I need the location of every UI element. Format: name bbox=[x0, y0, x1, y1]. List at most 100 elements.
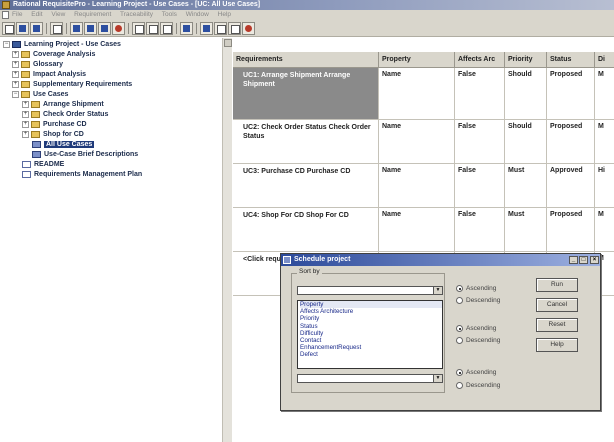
copy-icon[interactable] bbox=[84, 22, 97, 35]
expand-icon[interactable]: + bbox=[12, 50, 19, 58]
menu-traceability[interactable]: Traceability bbox=[120, 11, 153, 18]
status-cell[interactable]: Proposed bbox=[547, 120, 595, 164]
tree-item-purchase-cd[interactable]: + Purchase CD bbox=[22, 120, 87, 130]
priority-cell[interactable]: Must bbox=[505, 208, 547, 252]
sort-field-combo-3[interactable]: ▼ bbox=[297, 374, 443, 383]
difficulty-cell[interactable]: Hi bbox=[595, 164, 614, 208]
collapse-icon[interactable]: − bbox=[3, 40, 10, 48]
expand-icon[interactable]: + bbox=[12, 70, 19, 78]
find-icon[interactable] bbox=[98, 22, 111, 35]
descending-radio-2[interactable]: Descending bbox=[456, 337, 500, 345]
requirement-cell[interactable]: UC4: Shop For CD Shop For CD bbox=[233, 208, 379, 252]
view-icon[interactable] bbox=[200, 22, 213, 35]
affects-cell[interactable]: False bbox=[455, 68, 505, 120]
property-cell[interactable]: Name bbox=[379, 164, 455, 208]
tree-scrollbar[interactable] bbox=[222, 38, 232, 442]
column-header-affects-architecture[interactable]: Affects Arc bbox=[455, 52, 505, 68]
difficulty-cell[interactable]: M bbox=[595, 120, 614, 164]
scroll-up-icon[interactable] bbox=[224, 39, 232, 47]
tree-item-supplementary-requirements[interactable]: + Supplementary Requirements bbox=[12, 80, 132, 90]
new-icon[interactable] bbox=[2, 22, 15, 35]
column-header-priority[interactable]: Priority bbox=[505, 52, 547, 68]
menu-tools[interactable]: Tools bbox=[162, 11, 177, 18]
ascending-radio-3[interactable]: Ascending bbox=[456, 369, 496, 377]
affects-cell[interactable]: False bbox=[455, 208, 505, 252]
expand-icon[interactable]: + bbox=[22, 120, 29, 128]
menu-edit[interactable]: Edit bbox=[31, 11, 42, 18]
priority-cell[interactable]: Should bbox=[505, 68, 547, 120]
column-header-requirements[interactable]: Requirements bbox=[233, 52, 379, 68]
property-cell[interactable]: Name bbox=[379, 208, 455, 252]
sort-field-combo-1[interactable]: ▼ bbox=[297, 286, 443, 295]
chevron-down-icon[interactable]: ▼ bbox=[433, 375, 442, 382]
menu-requirement[interactable]: Requirement bbox=[74, 11, 111, 18]
property-cell[interactable]: Name bbox=[379, 120, 455, 164]
column-header-status[interactable]: Status bbox=[547, 52, 595, 68]
tree-item-coverage-analysis[interactable]: + Coverage Analysis bbox=[12, 50, 95, 60]
open-icon[interactable] bbox=[16, 22, 29, 35]
menu-help[interactable]: Help bbox=[218, 11, 231, 18]
tree-item-use-cases[interactable]: − Use Cases bbox=[12, 90, 68, 100]
print-icon[interactable] bbox=[50, 22, 63, 35]
stop-icon[interactable] bbox=[112, 22, 125, 35]
requirement-cell[interactable]: UC2: Check Order Status Check Order Stat… bbox=[233, 120, 379, 164]
dropdown-option[interactable]: Property bbox=[300, 301, 442, 309]
tree-item-arrange-shipment[interactable]: + Arrange Shipment bbox=[22, 100, 104, 110]
property-cell[interactable]: Name bbox=[379, 68, 455, 120]
tree-item-check-order-status[interactable]: + Check Order Status bbox=[22, 110, 108, 120]
matrix-icon[interactable] bbox=[180, 22, 193, 35]
table-row[interactable]: UC4: Shop For CD Shop For CD Name False … bbox=[233, 208, 614, 252]
collapse-icon[interactable]: − bbox=[12, 90, 19, 98]
document-icon[interactable] bbox=[214, 22, 227, 35]
dropdown-option[interactable]: EnhancementRequest bbox=[300, 344, 442, 351]
tree-item-all-use-cases[interactable]: All Use Cases bbox=[32, 140, 95, 150]
save-icon[interactable] bbox=[30, 22, 43, 35]
expand-icon[interactable]: + bbox=[12, 60, 19, 68]
trace-from-icon[interactable] bbox=[146, 22, 159, 35]
close-icon[interactable]: × bbox=[590, 256, 599, 264]
run-button[interactable]: Run bbox=[536, 278, 578, 292]
maximize-icon[interactable]: □ bbox=[579, 256, 588, 264]
column-header-difficulty[interactable]: Di bbox=[595, 52, 614, 68]
status-cell[interactable]: Approved bbox=[547, 164, 595, 208]
priority-cell[interactable]: Must bbox=[505, 164, 547, 208]
dropdown-option[interactable]: Difficulty bbox=[300, 330, 442, 337]
menu-file[interactable]: File bbox=[12, 11, 22, 18]
dropdown-option[interactable]: Defect bbox=[300, 351, 442, 358]
tree-item-requirements-management-plan[interactable]: Requirements Management Plan bbox=[22, 170, 142, 180]
expand-icon[interactable]: + bbox=[22, 110, 29, 118]
ascending-radio-2[interactable]: Ascending bbox=[456, 325, 496, 333]
reset-button[interactable]: Reset bbox=[536, 318, 578, 332]
table-row[interactable]: UC2: Check Order Status Check Order Stat… bbox=[233, 120, 614, 164]
chevron-down-icon[interactable]: ▼ bbox=[433, 287, 442, 294]
tree-item-impact-analysis[interactable]: + Impact Analysis bbox=[12, 70, 86, 80]
affects-cell[interactable]: False bbox=[455, 120, 505, 164]
help-button[interactable]: Help bbox=[536, 338, 578, 352]
table-row[interactable]: UC3: Purchase CD Purchase CD Name False … bbox=[233, 164, 614, 208]
difficulty-cell[interactable]: M bbox=[595, 208, 614, 252]
table-row[interactable]: UC1: Arrange Shipment Arrange Shipment N… bbox=[233, 68, 614, 120]
status-cell[interactable]: Proposed bbox=[547, 68, 595, 120]
tree-item-glossary[interactable]: + Glossary bbox=[12, 60, 63, 70]
expand-icon[interactable]: + bbox=[22, 100, 29, 108]
dropdown-option[interactable]: Status bbox=[300, 323, 442, 330]
dropdown-option[interactable]: Contact bbox=[300, 337, 442, 344]
dropdown-option[interactable]: Affects Architecture bbox=[300, 308, 442, 315]
status-cell[interactable]: Proposed bbox=[547, 208, 595, 252]
menu-window[interactable]: Window bbox=[186, 11, 209, 18]
requirement-cell[interactable]: UC3: Purchase CD Purchase CD bbox=[233, 164, 379, 208]
requisite-icon[interactable] bbox=[242, 22, 255, 35]
tree-item-use-case-brief-descriptions[interactable]: Use-Case Brief Descriptions bbox=[32, 150, 138, 160]
minimize-icon[interactable]: _ bbox=[569, 256, 578, 264]
tree-root[interactable]: − Learning Project - Use Cases bbox=[3, 40, 121, 50]
column-header-property[interactable]: Property bbox=[379, 52, 455, 68]
priority-cell[interactable]: Should bbox=[505, 120, 547, 164]
word-icon[interactable] bbox=[228, 22, 241, 35]
tree-item-readme[interactable]: README bbox=[22, 160, 64, 170]
sort-field-dropdown-list[interactable]: Property Affects Architecture Priority S… bbox=[297, 300, 443, 369]
dropdown-option[interactable]: Priority bbox=[300, 315, 442, 322]
affects-cell[interactable]: False bbox=[455, 164, 505, 208]
menu-view[interactable]: View bbox=[51, 11, 65, 18]
ascending-radio-1[interactable]: Ascending bbox=[456, 285, 496, 293]
clear-trace-icon[interactable] bbox=[160, 22, 173, 35]
